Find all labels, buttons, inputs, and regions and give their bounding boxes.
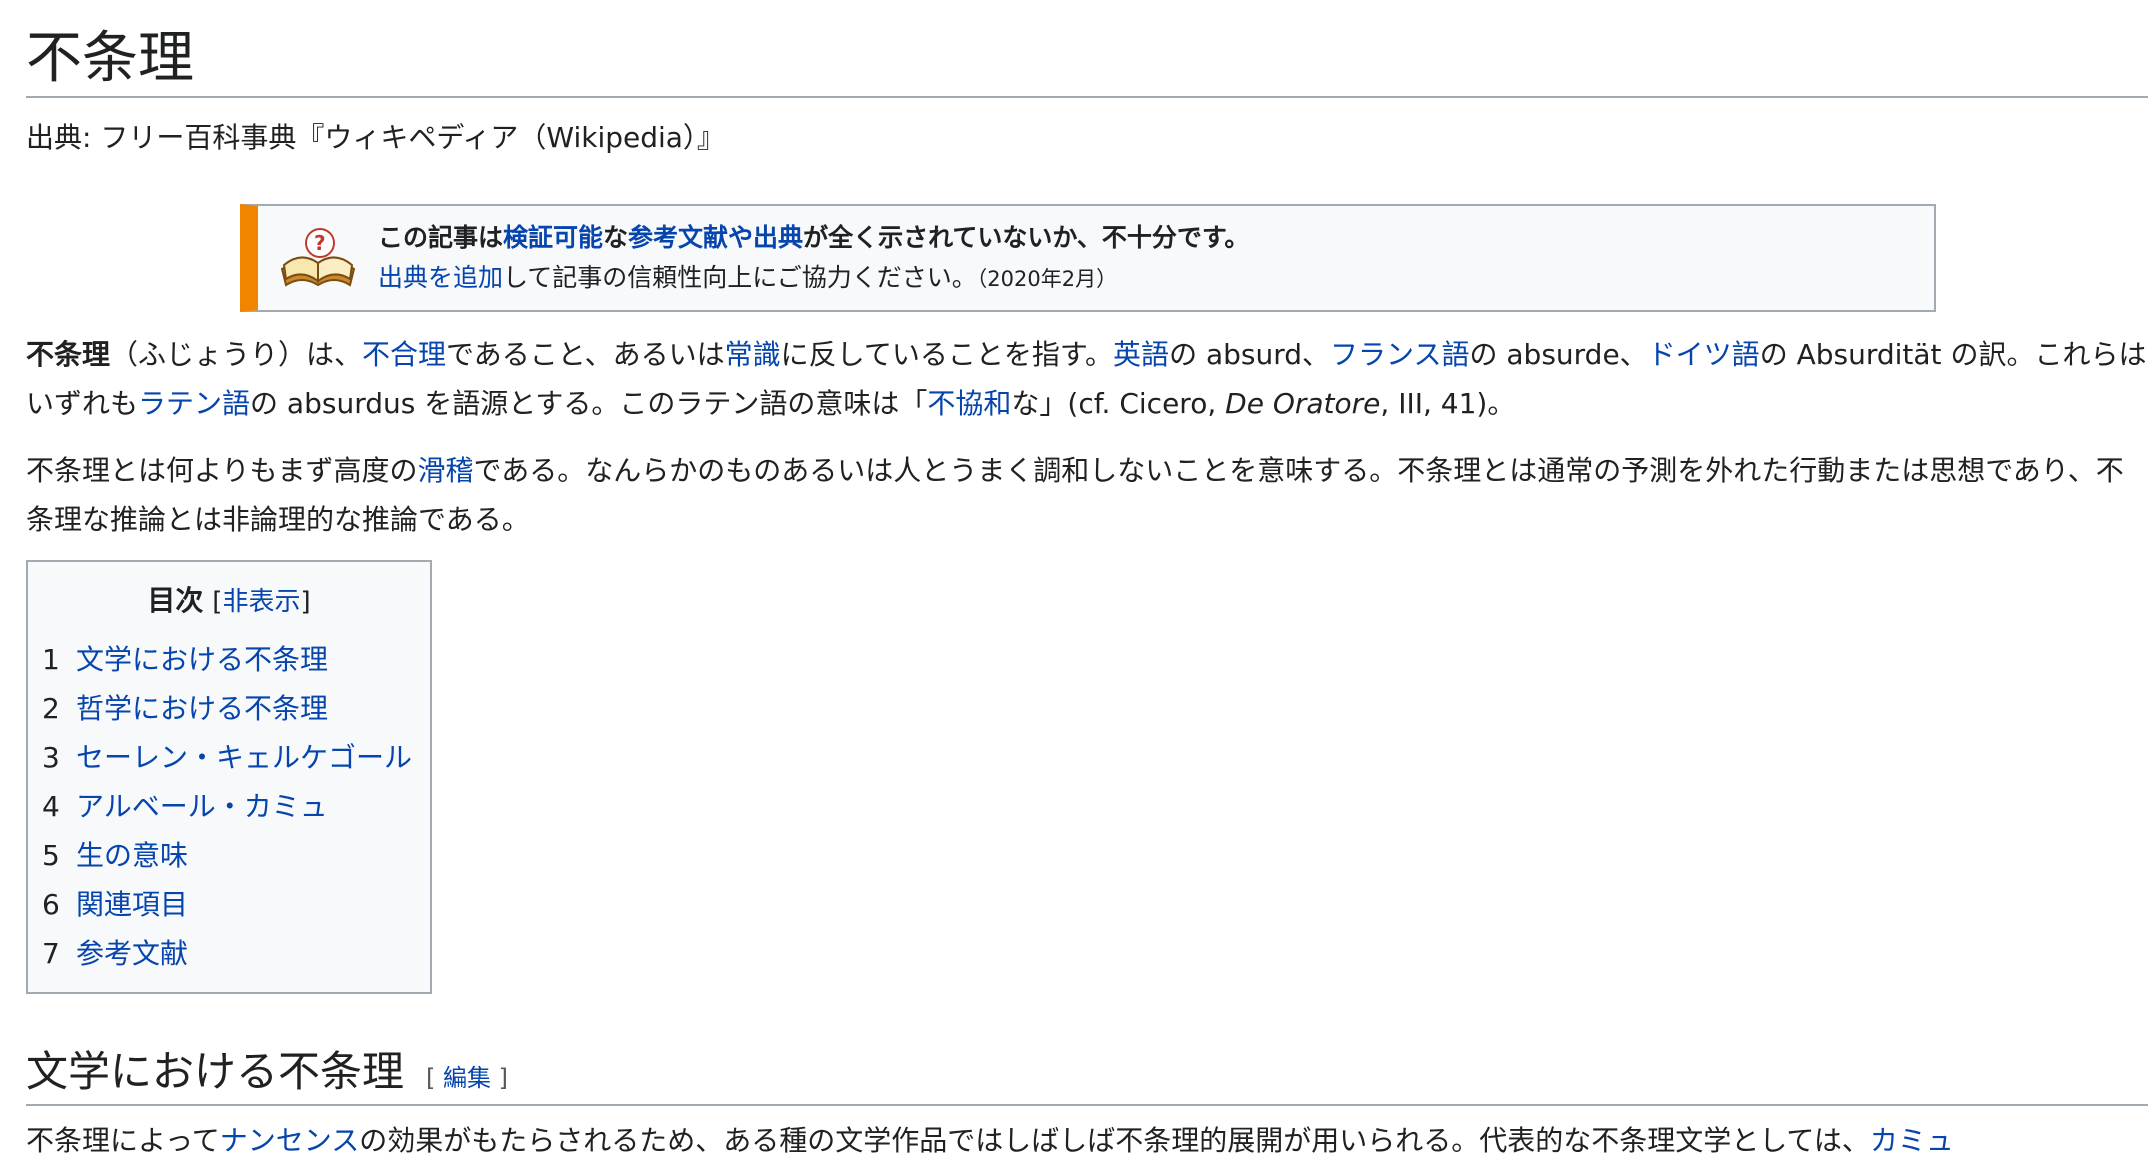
link-english[interactable]: 英語	[1113, 338, 1169, 371]
edit-section-link[interactable]: 編集	[443, 1064, 491, 1092]
toc-link[interactable]: 文学における不条理	[76, 643, 328, 676]
book-question-icon: ?	[258, 206, 378, 310]
link-french[interactable]: フランス語	[1330, 338, 1469, 371]
toc-link[interactable]: 哲学における不条理	[76, 692, 328, 725]
link-camus[interactable]: カミュ	[1870, 1124, 1954, 1157]
toc-item[interactable]: 7 参考文献	[42, 929, 416, 978]
table-of-contents: 目次 [非表示] 1 文学における不条理 2 哲学における不条理 3 セーレン・キェル…	[26, 560, 432, 994]
notice-text: して記事の信頼性向上にご協力ください。	[503, 262, 977, 292]
text-run: に反していることを指す。	[780, 338, 1114, 371]
toc-link[interactable]: 関連項目	[76, 888, 188, 921]
article-page: 不条理 出典: フリー百科事典『ウィキペディア（Wikipedia）』 ? この…	[0, 0, 2148, 1160]
link-german[interactable]: ドイツ語	[1648, 338, 1760, 371]
text-run: , III, 41)。	[1380, 387, 1516, 420]
text-run: の効果がもたらされるため、ある種の文学作品ではしばしば不条理的展開が用いられる。…	[359, 1124, 1870, 1157]
notice-text: が全く示されていないか、不十分です。	[803, 222, 1250, 252]
toc-item[interactable]: 2 哲学における不条理	[42, 684, 416, 733]
text-run: （ふじょうり）は、	[110, 338, 363, 371]
link-irrational[interactable]: 不合理	[362, 338, 446, 371]
verifiability-link[interactable]: 検証可能	[503, 223, 603, 252]
text-run: であること、あるいは	[446, 338, 725, 371]
text-run: な」(cf. Cicero,	[1011, 387, 1226, 420]
toc-number: 4	[42, 790, 60, 823]
toc-link[interactable]: 参考文献	[76, 937, 188, 970]
link-comical[interactable]: 滑稽	[417, 454, 473, 487]
citation-notice-text: この記事は検証可能な参考文献や出典が全く示されていないか、不十分です。 出典を追…	[378, 218, 1249, 299]
text-run: の absurde、	[1469, 338, 1648, 371]
edit-bracket: [	[426, 1064, 444, 1092]
toc-heading: 目次	[147, 584, 204, 617]
toc-number: 2	[42, 692, 60, 725]
toc-number: 1	[42, 643, 60, 676]
svg-text:?: ?	[314, 231, 326, 255]
lead-term: 不条理	[26, 338, 111, 371]
add-citation-link[interactable]: 出典を追加	[378, 263, 503, 292]
toc-item[interactable]: 6 関連項目	[42, 880, 416, 929]
toc-item[interactable]: 1 文学における不条理	[42, 635, 416, 684]
link-dissonance[interactable]: 不協和	[927, 387, 1011, 420]
toc-number: 6	[42, 888, 60, 921]
toc-item[interactable]: 5 生の意味	[42, 831, 416, 880]
text-run: 不条理とは何よりもまず高度の	[26, 454, 418, 487]
link-latin[interactable]: ラテン語	[138, 387, 250, 420]
page-title: 不条理	[26, 0, 2148, 98]
citation-notice-box: ? この記事は検証可能な参考文献や出典が全く示されていないか、不十分です。 出典…	[240, 204, 1936, 312]
toc-hide-toggle[interactable]: 非表示	[222, 587, 300, 617]
toc-number: 3	[42, 741, 60, 774]
toc-title: 目次 [非表示]	[42, 576, 416, 627]
toc-list: 1 文学における不条理 2 哲学における不条理 3 セーレン・キェルケゴール 4 アルベ…	[42, 635, 416, 978]
edit-section: [ 編集 ]	[426, 1064, 508, 1092]
notice-text: この記事は	[378, 222, 504, 252]
toc-link[interactable]: セーレン・キェルケゴール	[76, 741, 412, 774]
section-heading-literature: 文学における不条理 [ 編集 ]	[26, 1040, 2148, 1106]
toc-number: 5	[42, 839, 60, 872]
references-link[interactable]: 参考文献や出典	[628, 223, 803, 252]
text-run: の absurdus を語源とする。このラテン語の意味は「	[250, 387, 928, 420]
notice-date: （2020年2月）	[976, 266, 1118, 291]
text-run: 不条理によって	[26, 1124, 220, 1157]
toc-bracket: ]	[300, 587, 311, 617]
section-title: 文学における不条理	[26, 1047, 405, 1096]
toc-item[interactable]: 4 アルベール・カミュ	[42, 782, 416, 831]
link-nonsense[interactable]: ナンセンス	[220, 1124, 359, 1157]
edit-bracket: ]	[491, 1064, 509, 1092]
toc-item[interactable]: 3 セーレン・キェルケゴール	[42, 733, 416, 782]
toc-link[interactable]: 生の意味	[76, 839, 188, 872]
literature-paragraph: 不条理によってナンセンスの効果がもたらされるため、ある種の文学作品ではしばしば不…	[26, 1116, 2148, 1165]
notice-text: な	[603, 222, 629, 252]
text-run: の absurd、	[1169, 338, 1331, 371]
second-paragraph: 不条理とは何よりもまず高度の滑稽である。なんらかのものあるいは人とうまく調和しな…	[26, 446, 2148, 544]
toc-link[interactable]: アルベール・カミュ	[76, 790, 328, 823]
site-subtitle: 出典: フリー百科事典『ウィキペディア（Wikipedia）』	[26, 121, 725, 154]
intro-paragraph: 不条理（ふじょうり）は、不合理であること、あるいは常識に反していることを指す。英…	[26, 330, 2148, 428]
italic-title: De Oratore	[1225, 387, 1381, 420]
toc-bracket: [	[212, 587, 223, 617]
link-common-sense[interactable]: 常識	[725, 338, 781, 371]
toc-number: 7	[42, 937, 60, 970]
